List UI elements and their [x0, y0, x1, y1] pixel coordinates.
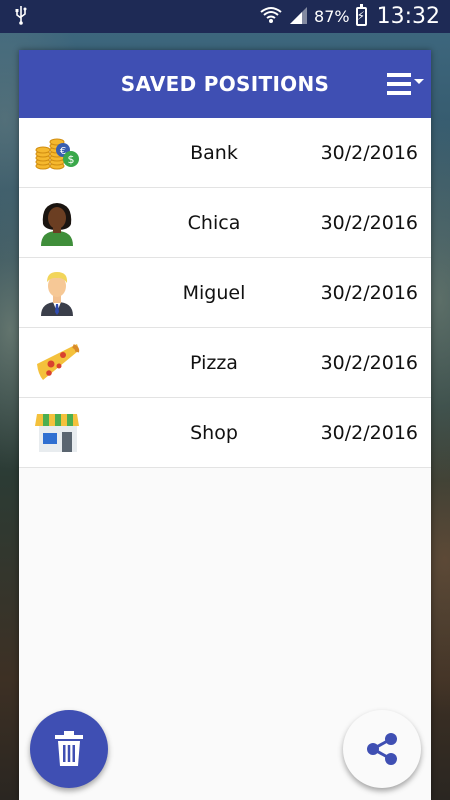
- status-bar: 87% ⚡ 13:32: [0, 0, 450, 33]
- usb-icon: [14, 5, 28, 30]
- position-date: 30/2/2016: [320, 211, 418, 234]
- woman-avatar-icon: [33, 198, 81, 246]
- position-date: 30/2/2016: [320, 351, 418, 374]
- saved-positions-card: SAVED POSITIONS € $ Bank 30/2/2016 Chica…: [19, 50, 431, 800]
- delete-button[interactable]: [30, 710, 108, 788]
- hamburger-menu-icon: [387, 73, 424, 95]
- position-name: Bank: [190, 141, 238, 164]
- signal-icon: [288, 5, 308, 29]
- svg-text:$: $: [68, 153, 75, 166]
- list-item[interactable]: Miguel 30/2/2016: [19, 258, 431, 328]
- position-name: Miguel: [182, 281, 246, 304]
- list-item[interactable]: Shop 30/2/2016: [19, 398, 431, 468]
- shop-storefront-icon: [33, 408, 81, 456]
- clock: 13:32: [376, 4, 440, 29]
- positions-list: € $ Bank 30/2/2016 Chica 30/2/2016 Migue…: [19, 118, 431, 468]
- wifi-icon: [260, 5, 282, 29]
- position-name: Pizza: [190, 351, 238, 374]
- position-date: 30/2/2016: [320, 141, 418, 164]
- position-date: 30/2/2016: [320, 421, 418, 444]
- menu-dropdown-button[interactable]: [385, 68, 427, 100]
- position-date: 30/2/2016: [320, 281, 418, 304]
- battery-percent: 87%: [314, 7, 350, 26]
- pizza-slice-icon: [33, 338, 81, 386]
- position-name: Chica: [187, 211, 241, 234]
- man-avatar-icon: [33, 268, 81, 316]
- list-item[interactable]: Pizza 30/2/2016: [19, 328, 431, 398]
- share-button[interactable]: [343, 710, 421, 788]
- list-item[interactable]: € $ Bank 30/2/2016: [19, 118, 431, 188]
- money-coins-icon: € $: [33, 128, 81, 176]
- app-header: SAVED POSITIONS: [19, 50, 431, 118]
- position-name: Shop: [190, 421, 238, 444]
- list-item[interactable]: Chica 30/2/2016: [19, 188, 431, 258]
- share-icon: [367, 733, 397, 765]
- page-title: SAVED POSITIONS: [120, 72, 330, 96]
- battery-charging-icon: ⚡: [355, 4, 367, 26]
- trash-icon: [55, 731, 83, 766]
